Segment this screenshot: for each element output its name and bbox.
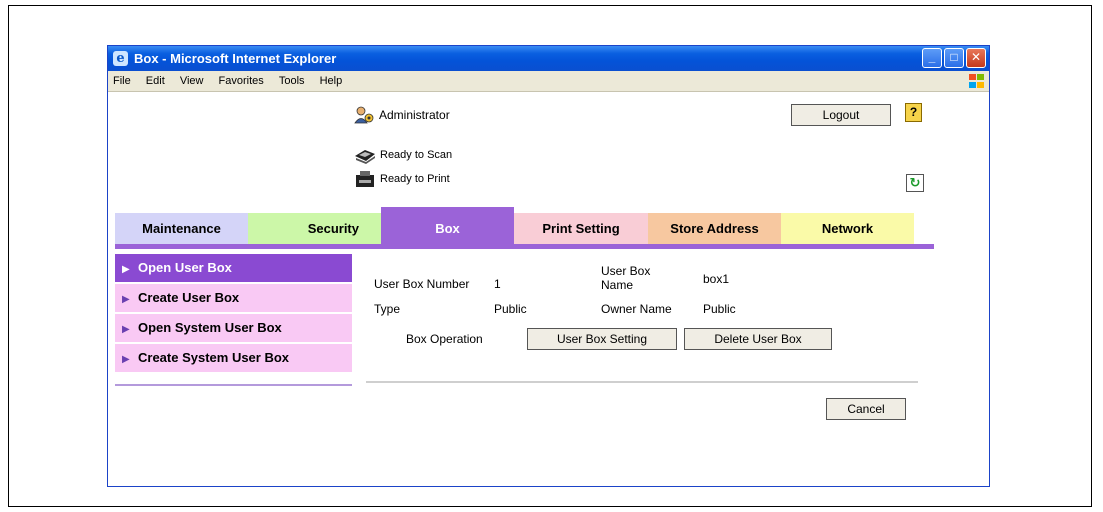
box-number-label: User Box Number (374, 277, 470, 291)
help-button[interactable]: ? (905, 103, 922, 122)
sidebar-item-label: Open User Box (138, 260, 232, 275)
delete-user-box-button[interactable]: Delete User Box (684, 328, 832, 350)
user-box-setting-button[interactable]: User Box Setting (527, 328, 677, 350)
tab-security[interactable]: Security (248, 213, 381, 244)
arrow-right-icon: ▶ (122, 294, 130, 305)
owner-name-value: Public (703, 302, 736, 316)
type-value: Public (494, 302, 527, 316)
scanner-icon (355, 150, 375, 164)
ie-icon: e (113, 51, 128, 66)
menu-tools[interactable]: Tools (279, 71, 305, 91)
scan-status-label: Ready to Scan (380, 149, 453, 161)
box-operation-label: Box Operation (406, 332, 483, 346)
sidebar-item-open-user-box[interactable]: ▶ Open User Box (115, 254, 352, 284)
minimize-button[interactable]: _ (922, 48, 942, 68)
arrow-right-icon: ▶ (122, 354, 130, 365)
menu-file[interactable]: File (113, 71, 131, 91)
tab-underline (115, 244, 934, 249)
box-name-label-2: Name (601, 278, 634, 292)
box-number-value: 1 (494, 277, 501, 291)
browser-window: e Box - Microsoft Internet Explorer _ □ … (107, 45, 990, 487)
windows-logo-icon (967, 73, 985, 89)
window-title: Box - Microsoft Internet Explorer (134, 51, 337, 66)
printer-icon (356, 171, 374, 187)
tab-store-address[interactable]: Store Address (648, 213, 781, 244)
tab-maintenance[interactable]: Maintenance (115, 213, 248, 244)
refresh-icon[interactable]: ↻ (906, 174, 924, 192)
sidebar-item-create-user-box[interactable]: ▶ Create User Box (115, 284, 352, 314)
user-name: Administrator (379, 108, 450, 122)
menu-bar: File Edit View Favorites Tools Help (108, 71, 989, 92)
tab-print-setting[interactable]: Print Setting (514, 213, 648, 244)
menu-help[interactable]: Help (320, 71, 343, 91)
menu-favorites[interactable]: Favorites (219, 71, 264, 91)
box-name-label: User Box (601, 264, 651, 278)
sidebar: ▶ Open User Box ▶ Create User Box ▶ Open Sy… (115, 254, 352, 374)
page-content: Administrator Logout ? Ready to Scan Rea… (108, 92, 989, 486)
print-status-label: Ready to Print (380, 173, 450, 185)
menu-edit[interactable]: Edit (146, 71, 165, 91)
sidebar-divider (115, 384, 352, 386)
sidebar-item-label: Open System User Box (138, 320, 282, 335)
owner-name-label: Owner Name (601, 302, 672, 316)
maximize-button[interactable]: □ (944, 48, 964, 68)
content-divider (366, 381, 918, 383)
logout-button[interactable]: Logout (791, 104, 891, 126)
tab-box[interactable]: Box (381, 207, 514, 244)
sidebar-item-label: Create System User Box (138, 350, 290, 365)
sidebar-item-label: Create User Box (138, 290, 240, 305)
arrow-right-icon: ▶ (122, 324, 130, 335)
sidebar-item-open-system-user-box[interactable]: ▶ Open System User Box (115, 314, 352, 344)
close-button[interactable]: ✕ (966, 48, 986, 68)
cancel-button[interactable]: Cancel (826, 398, 906, 420)
arrow-right-icon: ▶ (122, 264, 130, 275)
tab-network[interactable]: Network (781, 213, 914, 244)
title-bar: e Box - Microsoft Internet Explorer _ □ … (108, 46, 989, 71)
administrator-icon (354, 106, 374, 124)
type-label: Type (374, 302, 401, 316)
menu-view[interactable]: View (180, 71, 204, 91)
sidebar-item-create-system-user-box[interactable]: ▶ Create System User Box (115, 344, 352, 374)
box-name-value: box1 (703, 272, 730, 286)
